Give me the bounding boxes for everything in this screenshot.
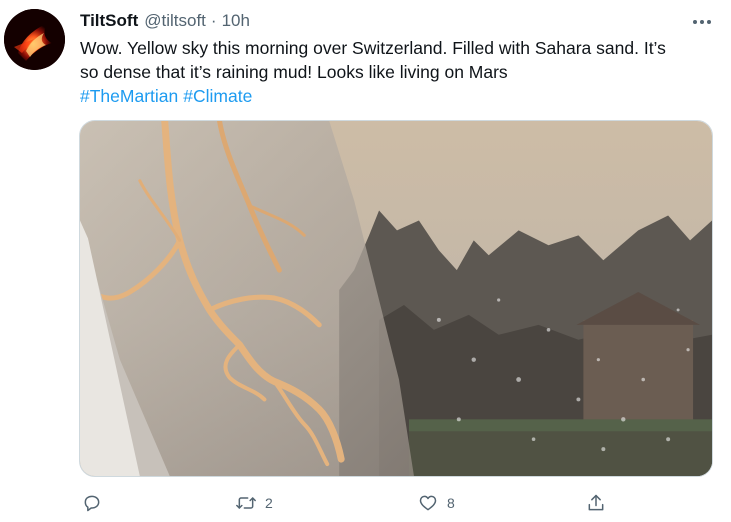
tweet-text-line-1: Wow. Yellow sky this morning over Switze…	[80, 38, 666, 58]
user-handle[interactable]: @tiltsoft	[144, 11, 206, 31]
hashtag-climate[interactable]: #Climate	[183, 86, 252, 106]
tweet-header: TiltSoft @tiltsoft · 10h	[80, 10, 250, 32]
like-button[interactable]: 8	[411, 486, 455, 520]
share-button[interactable]	[579, 486, 613, 520]
retweet-icon	[229, 486, 263, 520]
tweet-actions: 2 8	[75, 486, 635, 520]
like-icon	[411, 486, 445, 520]
timestamp[interactable]: 10h	[222, 11, 250, 31]
share-icon	[579, 486, 613, 520]
avatar[interactable]	[4, 9, 65, 70]
like-count: 8	[447, 495, 455, 511]
reply-button[interactable]	[75, 486, 111, 520]
avatar-flame-image	[4, 9, 65, 70]
tweet-text: Wow. Yellow sky this morning over Switze…	[80, 36, 720, 108]
tweet-photo[interactable]	[79, 120, 713, 477]
tweet-text-line-2: so dense that it’s raining mud! Looks li…	[80, 62, 508, 82]
tweet[interactable]: TiltSoft @tiltsoft · 10h Wow. Yellow sky…	[0, 0, 731, 522]
retweet-count: 2	[265, 495, 273, 511]
display-name[interactable]: TiltSoft	[80, 11, 138, 31]
more-dots-icon	[693, 20, 711, 24]
reply-icon	[75, 486, 109, 520]
hashtag-line: #TheMartian #Climate	[80, 84, 720, 108]
more-options-button[interactable]	[688, 8, 716, 36]
windshield-photo	[80, 121, 712, 476]
retweet-button[interactable]: 2	[229, 486, 273, 520]
separator-dot: ·	[210, 11, 217, 30]
hashtag-themartian[interactable]: #TheMartian	[80, 86, 178, 106]
